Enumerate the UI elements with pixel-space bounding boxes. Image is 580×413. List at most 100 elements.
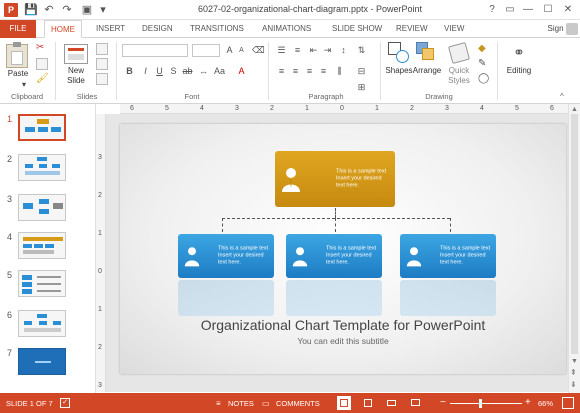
slide-canvas[interactable]: This is a sample text Insert your desire… xyxy=(120,124,566,374)
text-shadow-icon[interactable]: S xyxy=(168,66,179,77)
save-icon[interactable]: 💾 xyxy=(24,3,38,17)
slide-title[interactable]: Organizational Chart Template for PowerP… xyxy=(120,317,566,333)
columns-icon[interactable]: ⫼ xyxy=(334,66,345,77)
shapes-icon[interactable] xyxy=(388,42,410,64)
paste-button[interactable]: Paste xyxy=(4,69,32,78)
arrange-button[interactable]: Arrange xyxy=(410,66,444,75)
tab-view[interactable]: VIEW xyxy=(438,20,470,38)
org-child-box-1[interactable]: This is a sample text Insert your desire… xyxy=(178,234,274,278)
zoom-slider-thumb[interactable] xyxy=(479,399,482,408)
tab-animations[interactable]: ANIMATIONS xyxy=(256,20,317,38)
font-size-combobox[interactable] xyxy=(192,44,220,57)
zoom-slider[interactable] xyxy=(450,399,522,408)
quick-styles-icon[interactable] xyxy=(447,41,471,65)
tab-slide-show[interactable]: SLIDE SHOW xyxy=(326,20,388,38)
binoculars-icon[interactable]: ⚭ xyxy=(508,42,530,62)
increase-indent-icon[interactable]: ⇥ xyxy=(322,45,333,56)
comments-button[interactable]: COMMENTS xyxy=(276,399,320,408)
reset-icon[interactable] xyxy=(96,58,108,70)
shrink-font-icon[interactable]: A xyxy=(236,45,247,56)
new-slide-button[interactable]: New Slide xyxy=(60,66,92,86)
notes-button[interactable]: NOTES xyxy=(228,399,254,408)
ribbon-display-options-button[interactable]: ▭ xyxy=(500,2,520,18)
line-spacing-icon[interactable]: ↕ xyxy=(338,45,349,56)
tab-file[interactable]: FILE xyxy=(0,20,36,38)
help-button[interactable]: ? xyxy=(482,2,502,18)
normal-view-icon[interactable] xyxy=(337,396,351,410)
slide-sorter-view-icon[interactable] xyxy=(361,396,375,410)
decrease-indent-icon[interactable]: ⇤ xyxy=(308,45,319,56)
close-button[interactable]: ✕ xyxy=(558,2,578,18)
slide-thumbnail-7[interactable] xyxy=(18,348,66,375)
slide-thumbnail-1[interactable] xyxy=(18,114,66,141)
align-center-icon[interactable]: ≡ xyxy=(290,66,301,77)
paste-dropdown-icon[interactable]: ▾ xyxy=(22,80,26,89)
previous-slide-icon[interactable]: ⇞ xyxy=(570,368,577,377)
next-slide-icon[interactable]: ⇟ xyxy=(570,380,577,389)
redo-icon[interactable]: ↷ xyxy=(60,3,74,17)
scroll-thumb[interactable] xyxy=(571,114,578,354)
zoom-out-button[interactable]: − xyxy=(440,397,446,408)
font-color-icon[interactable]: A xyxy=(236,66,247,77)
layout-icon[interactable] xyxy=(96,43,108,55)
grow-font-icon[interactable]: A xyxy=(224,45,235,56)
numbering-icon[interactable]: ≡ xyxy=(292,45,303,56)
underline-icon[interactable]: U xyxy=(154,66,165,77)
notes-icon[interactable]: ≡ xyxy=(216,399,221,408)
slide-show-view-icon[interactable] xyxy=(408,396,422,410)
align-right-icon[interactable]: ≡ xyxy=(304,66,315,77)
org-top-box[interactable]: This is a sample text Insert your desire… xyxy=(275,151,395,207)
italic-icon[interactable]: I xyxy=(140,66,151,77)
tab-transitions[interactable]: TRANSITIONS xyxy=(184,20,250,38)
customize-icon[interactable]: ▾ xyxy=(96,3,110,17)
shape-fill-icon[interactable]: ◆ xyxy=(478,43,486,54)
slide-thumbnail-2[interactable] xyxy=(18,154,66,181)
arrange-icon[interactable] xyxy=(416,42,438,64)
spell-check-icon[interactable]: ✓ xyxy=(60,398,70,408)
org-child-box-3[interactable]: This is a sample text Insert your desire… xyxy=(400,234,496,278)
tab-design[interactable]: DESIGN xyxy=(136,20,179,38)
minimize-button[interactable]: — xyxy=(518,2,538,18)
cut-icon[interactable]: ✂ xyxy=(36,42,44,53)
slide-thumbnail-5[interactable] xyxy=(18,270,66,297)
slideshow-from-start-icon[interactable]: ▣ xyxy=(80,3,94,17)
align-text-icon[interactable]: ⊟ xyxy=(356,66,367,77)
bullets-icon[interactable]: ☰ xyxy=(276,45,287,56)
scroll-up-icon[interactable]: ▲ xyxy=(571,106,578,113)
bold-icon[interactable]: B xyxy=(124,66,135,77)
strikethrough-icon[interactable]: ab xyxy=(182,66,193,77)
zoom-in-button[interactable]: + xyxy=(525,397,531,408)
font-name-combobox[interactable] xyxy=(122,44,188,57)
tab-home[interactable]: HOME xyxy=(44,20,82,38)
character-spacing-icon[interactable]: ↔ xyxy=(198,66,209,77)
new-slide-icon[interactable] xyxy=(64,44,88,64)
slide-thumbnail-4[interactable] xyxy=(18,232,66,259)
editing-button[interactable]: Editing xyxy=(500,66,538,75)
section-icon[interactable] xyxy=(96,73,108,85)
change-case-icon[interactable]: Aa xyxy=(214,66,225,77)
shape-effects-icon[interactable]: ◯ xyxy=(478,73,489,84)
vertical-scrollbar[interactable]: ▲ ▼ ⇞ ⇟ xyxy=(568,104,580,393)
format-painter-icon[interactable]: 🖌 xyxy=(36,73,49,84)
shape-outline-icon[interactable]: ✎ xyxy=(478,58,486,69)
text-direction-icon[interactable]: ⇅ xyxy=(356,45,367,56)
zoom-level[interactable]: 66% xyxy=(538,399,553,408)
scroll-down-icon[interactable]: ▼ xyxy=(571,358,578,365)
tab-insert[interactable]: INSERT xyxy=(90,20,131,38)
collapse-ribbon-icon[interactable]: ^ xyxy=(560,92,564,101)
account-icon[interactable] xyxy=(566,23,578,35)
slide-thumbnail-6[interactable] xyxy=(18,310,66,337)
clipboard-icon[interactable] xyxy=(6,42,28,68)
tab-review[interactable]: REVIEW xyxy=(390,20,434,38)
align-left-icon[interactable]: ≡ xyxy=(276,66,287,77)
fit-slide-icon[interactable] xyxy=(562,397,574,409)
reading-view-icon[interactable] xyxy=(384,396,398,410)
slide-subtitle[interactable]: You can edit this subtitle xyxy=(120,336,566,346)
maximize-button[interactable]: ☐ xyxy=(538,2,558,18)
copy-icon[interactable] xyxy=(36,58,48,70)
slide-thumbnail-3[interactable] xyxy=(18,194,66,221)
org-child-box-2[interactable]: This is a sample text Insert your desire… xyxy=(286,234,382,278)
comments-icon[interactable]: ▭ xyxy=(262,399,270,408)
quick-styles-button[interactable]: Quick Styles xyxy=(442,66,476,86)
undo-icon[interactable]: ↶ xyxy=(42,3,56,17)
